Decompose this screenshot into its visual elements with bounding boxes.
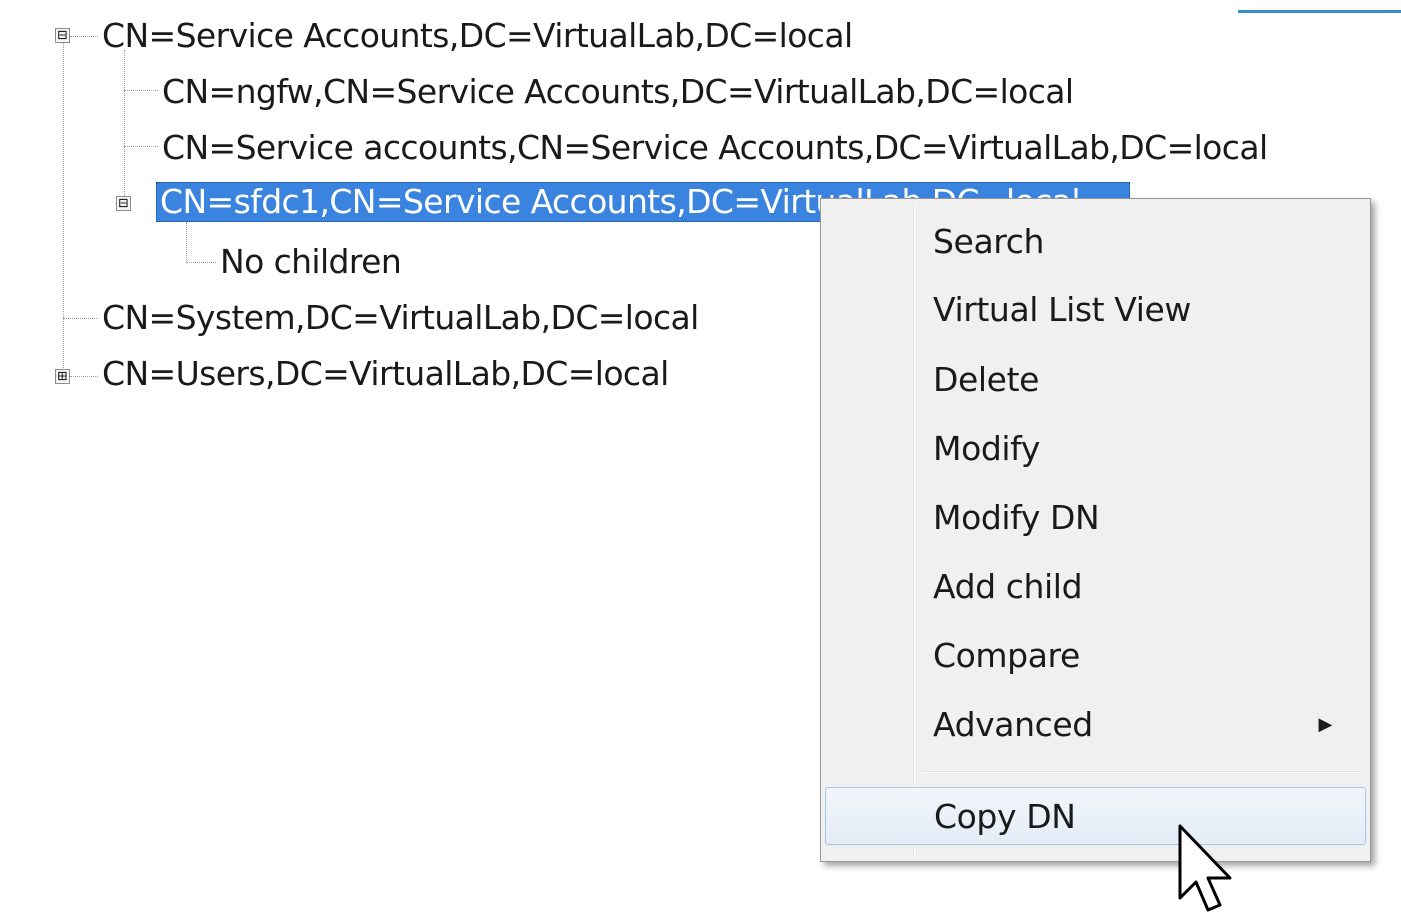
tree-node-ngfw[interactable]: CN=ngfw,CN=Service Accounts,DC=VirtualLa…	[158, 72, 1077, 112]
tree-connector	[124, 50, 125, 204]
menu-item-delete[interactable]: Delete	[825, 351, 1366, 409]
tree-connector	[186, 222, 187, 262]
expand-icon[interactable]: ⊞	[55, 368, 70, 384]
tree-connector	[70, 376, 98, 377]
tree-connector	[124, 90, 158, 91]
tree-node-service-accounts[interactable]: CN=Service Accounts,DC=VirtualLab,DC=loc…	[98, 16, 857, 56]
tree-node-system[interactable]: CN=System,DC=VirtualLab,DC=local	[98, 298, 703, 338]
menu-item-advanced[interactable]: Advanced ▶	[825, 696, 1366, 754]
tree-connector	[63, 318, 97, 319]
menu-item-copy-dn[interactable]: Copy DN	[825, 787, 1366, 845]
menu-item-compare[interactable]: Compare	[825, 627, 1366, 685]
submenu-arrow-icon: ▶	[1318, 714, 1333, 735]
menu-item-advanced-label: Advanced	[933, 705, 1093, 744]
context-menu: Search Virtual List View Delete Modify M…	[820, 198, 1371, 862]
tree-connector	[63, 42, 64, 378]
menu-separator	[921, 771, 1361, 773]
tree-connector	[70, 36, 98, 37]
mouse-pointer-icon	[1178, 824, 1232, 912]
tree-connector	[124, 146, 158, 147]
tree-connector	[186, 262, 216, 263]
menu-item-modify[interactable]: Modify	[825, 420, 1366, 478]
accent-bar	[1238, 10, 1401, 13]
tree-node-service-accounts-child[interactable]: CN=Service accounts,CN=Service Accounts,…	[158, 128, 1272, 168]
tree-node-no-children: No children	[220, 242, 402, 281]
menu-item-virtual-list-view[interactable]: Virtual List View	[825, 281, 1366, 339]
collapse-icon[interactable]: ⊟	[55, 27, 70, 43]
ldap-browser-window: ⊟ ⊟ ⊞ CN=Service Accounts,DC=VirtualLab,…	[0, 0, 1401, 914]
menu-item-add-child[interactable]: Add child	[825, 558, 1366, 616]
collapse-icon[interactable]: ⊟	[116, 195, 131, 211]
menu-item-search[interactable]: Search	[825, 213, 1366, 271]
menu-item-modify-dn[interactable]: Modify DN	[825, 489, 1366, 547]
tree-node-users[interactable]: CN=Users,DC=VirtualLab,DC=local	[98, 354, 673, 394]
